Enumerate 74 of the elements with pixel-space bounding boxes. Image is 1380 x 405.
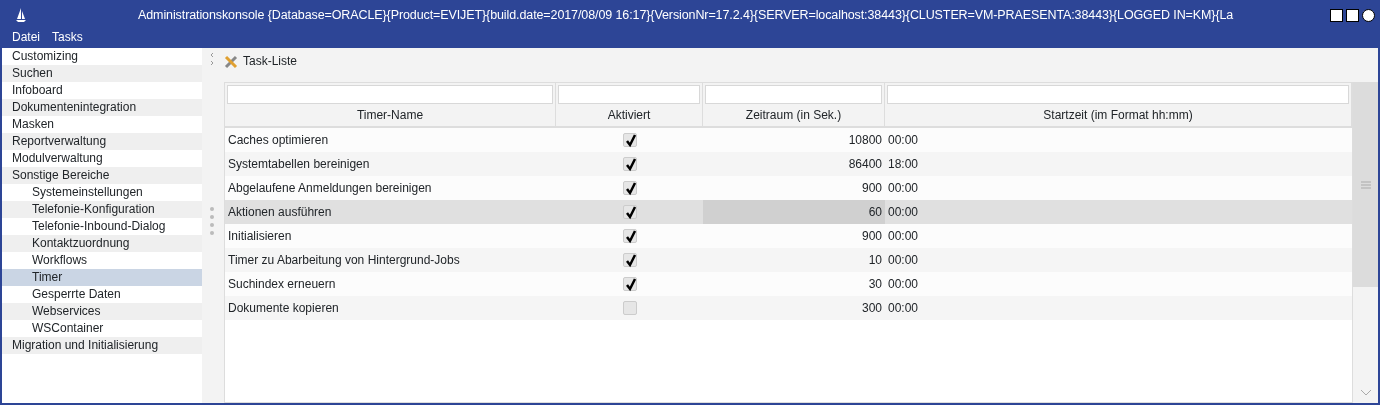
table-cell: Timer zu Abarbeitung von Hintergrund-Jobs: [228, 253, 460, 267]
scrollbar-thumb[interactable]: [1353, 82, 1378, 287]
table-cell: 300: [861, 301, 882, 315]
table-cell: 86400: [848, 157, 882, 171]
menu-item[interactable]: Datei: [12, 28, 40, 46]
sidebar-item[interactable]: Infoboard: [2, 82, 202, 99]
checkbox[interactable]: [622, 229, 637, 243]
table-cell: 900: [861, 181, 882, 195]
sidebar-item[interactable]: Modulverwaltung: [2, 150, 202, 167]
sidebar-item[interactable]: Telefonie-Inbound-Dialog: [2, 218, 202, 235]
checkbox[interactable]: [622, 181, 637, 195]
table-cell: Caches optimieren: [228, 133, 329, 147]
panel-title: Task-Liste: [243, 53, 298, 70]
table-row[interactable]: Systemtabellen bereinigen 86400 18:00: [225, 152, 1352, 176]
sidebar-item[interactable]: Telefonie-Konfiguration: [2, 201, 202, 218]
sidebar-item[interactable]: Suchen: [2, 65, 202, 82]
sidebar-item[interactable]: Systemeinstellungen: [2, 184, 202, 201]
filter-field[interactable]: [227, 85, 553, 104]
table-cell: Dokumente kopieren: [228, 301, 339, 315]
column-header[interactable]: Startzeit (im Format hh:mm): [887, 104, 1349, 126]
sidebar-item[interactable]: Workflows: [2, 252, 202, 269]
table-row[interactable]: Timer zu Abarbeitung von Hintergrund-Jobs 10 00:00: [225, 248, 1352, 272]
filter-field[interactable]: [558, 85, 700, 104]
sidebar-item[interactable]: Kontaktzuordnung: [2, 235, 202, 252]
collapse-arrows-icon[interactable]: [209, 52, 215, 66]
table-cell: 18:00: [888, 157, 919, 171]
checkbox[interactable]: [622, 157, 637, 171]
sidebar-item[interactable]: Customizing: [2, 48, 202, 65]
sidebar-item[interactable]: Dokumentenintegration: [2, 99, 202, 116]
column-header[interactable]: Zeitraum (in Sek.): [705, 104, 882, 126]
tools-icon: [224, 53, 239, 69]
table-row[interactable]: Dokumente kopieren 300 00:00: [225, 296, 1352, 320]
column-header[interactable]: Aktiviert: [558, 104, 700, 126]
table-cell: 10: [868, 253, 882, 267]
sailboat-logo-icon: [16, 7, 26, 23]
sidebar-item[interactable]: Sonstige Bereiche: [2, 167, 202, 184]
checkbox[interactable]: [622, 133, 637, 147]
window-title: Administrationskonsole {Database=ORACLE}{Product=EVIJET}{build.date=2017/08/09 16:17}{VersionNr=17.2.4}{SERVER=localhost:38443}{CLUSTER=VM-PRAESENTA:38443}{LOGGED IN=KM}{La: [138, 6, 1235, 24]
table-cell: 00:00: [888, 277, 919, 291]
sidebar-item[interactable]: Reportverwaltung: [2, 133, 202, 150]
checkbox[interactable]: [622, 301, 637, 315]
table-cell: 900: [861, 229, 882, 243]
checkbox[interactable]: [622, 253, 637, 267]
minimize-button[interactable]: [1330, 8, 1343, 22]
table-cell: 00:00: [888, 181, 919, 195]
sidebar-item[interactable]: WSContainer: [2, 320, 202, 337]
sidebar-item[interactable]: Gesperrte Daten: [2, 286, 202, 303]
table-cell: Abgelaufene Anmeldungen bereinigen: [228, 181, 432, 195]
sidebar-item[interactable]: Migration und Initialisierung: [2, 337, 202, 354]
sidebar-item[interactable]: Timer: [2, 269, 202, 286]
sidebar-item[interactable]: Masken: [2, 116, 202, 133]
column-header[interactable]: Timer-Name: [227, 104, 553, 126]
checkbox[interactable]: [622, 277, 637, 291]
sidebar-item[interactable]: Webservices: [2, 303, 202, 320]
checkbox[interactable]: [622, 205, 637, 219]
splitter-grip-icon[interactable]: [210, 206, 214, 236]
filter-field[interactable]: [705, 85, 882, 104]
table-cell: Aktionen ausführen: [228, 205, 332, 219]
table-cell: 00:00: [888, 229, 919, 243]
table-cell: Suchindex erneuern: [228, 277, 336, 291]
table-cell: 10800: [848, 133, 882, 147]
table-row[interactable]: Aktionen ausführen 60 00:00: [225, 200, 1352, 224]
filter-field[interactable]: [887, 85, 1349, 104]
table-cell: 00:00: [888, 301, 919, 315]
table-cell: Systemtabellen bereinigen: [228, 157, 370, 171]
table-cell: 00:00: [888, 253, 919, 267]
table-cell: 60: [868, 205, 882, 219]
table-cell: 00:00: [888, 133, 919, 147]
table-cell: 00:00: [888, 205, 919, 219]
menu-item[interactable]: Tasks: [52, 28, 83, 46]
maximize-button[interactable]: [1346, 8, 1359, 22]
table-cell: 30: [868, 277, 882, 291]
table-cell: Initialisieren: [228, 229, 292, 243]
close-button[interactable]: [1362, 8, 1375, 22]
